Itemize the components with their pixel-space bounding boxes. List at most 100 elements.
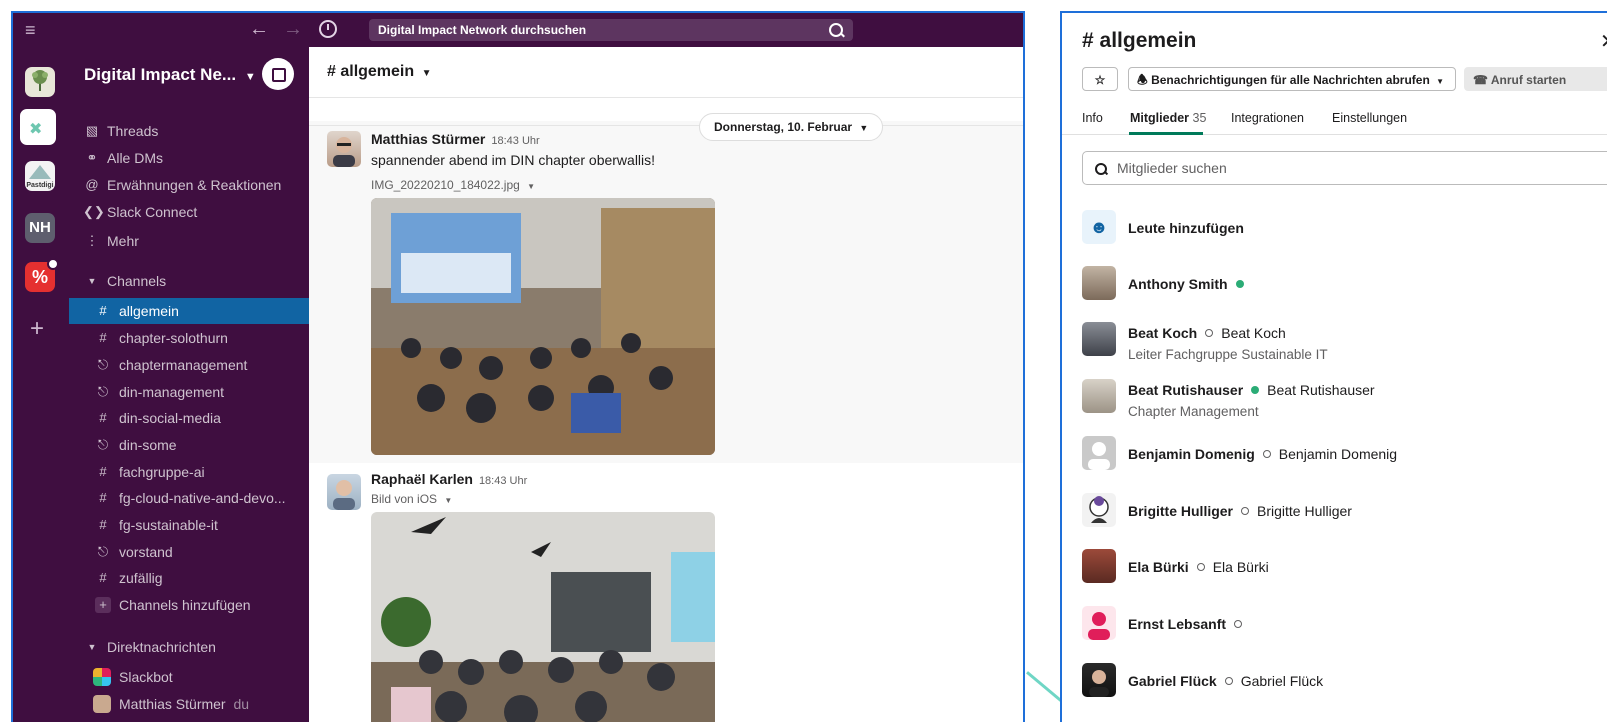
- message-time[interactable]: 18:43 Uhr: [479, 475, 527, 487]
- tab-info[interactable]: Info: [1082, 111, 1103, 125]
- workspace-percent[interactable]: %: [25, 258, 59, 292]
- star-button[interactable]: ☆: [1082, 67, 1118, 91]
- message-author[interactable]: Matthias Stürmer: [371, 131, 485, 147]
- add-workspace-icon[interactable]: +: [30, 315, 44, 343]
- sidebar-item-slack-connect[interactable]: ❮❯ Slack Connect: [69, 199, 309, 225]
- member-name: Benjamin Domenig: [1128, 446, 1255, 462]
- workspace-nh[interactable]: NH: [25, 213, 55, 243]
- workspace-digital-impact[interactable]: ✖: [20, 109, 56, 145]
- back-arrow-icon[interactable]: ←: [249, 18, 269, 41]
- member-row[interactable]: Gabriel Flück Gabriel Flück: [1082, 663, 1602, 707]
- message-list: Donnerstag, 10. Februar ▼ Matthias Stürm…: [309, 98, 1023, 722]
- member-name: Anthony Smith: [1128, 276, 1228, 292]
- lock-icon: ⎋: [97, 384, 109, 399]
- compose-button[interactable]: [262, 58, 294, 90]
- menu-icon[interactable]: ≡: [25, 20, 36, 41]
- online-status-icon: [1235, 280, 1244, 288]
- slack-window: ≡ ← → Digital Impact Network durchsuchen…: [11, 11, 1025, 722]
- channel-title-label: # allgemein: [327, 63, 415, 80]
- sidebar-channel-din-some[interactable]: ⎋ din-some: [69, 432, 309, 458]
- message-time[interactable]: 18:43 Uhr: [491, 135, 539, 147]
- member-search-input[interactable]: Mitglieder suchen: [1082, 151, 1607, 185]
- date-pill[interactable]: Donnerstag, 10. Februar ▼: [699, 113, 884, 141]
- sidebar-channel-chaptermanagement[interactable]: ⎋ chaptermanagement: [69, 352, 309, 378]
- sidebar-channel-fg-sustainable-it[interactable]: # fg-sustainable-it: [69, 512, 309, 538]
- message-header: Matthias Stürmer 18:43 Uhr: [371, 131, 540, 149]
- avatar[interactable]: [327, 474, 361, 510]
- file-name[interactable]: Bild von iOS ▼: [371, 492, 452, 506]
- active-tab-underline: [1129, 132, 1203, 135]
- member-name: Brigitte Hulliger: [1128, 503, 1234, 519]
- sidebar-channel-vorstand[interactable]: ⎋ vorstand: [69, 539, 309, 565]
- sidebar-channel-din-social-media[interactable]: # din-social-media: [69, 405, 309, 431]
- file-name[interactable]: IMG_20220210_184022.jpg ▼: [371, 178, 535, 192]
- tab-settings[interactable]: Einstellungen: [1332, 111, 1407, 125]
- hash-icon: #: [99, 490, 107, 505]
- sidebar-item-threads[interactable]: ▧ Threads: [69, 118, 309, 144]
- sidebar-channel-chapter-solothurn[interactable]: # chapter-solothurn: [69, 325, 309, 351]
- message-author[interactable]: Raphaël Karlen: [371, 471, 473, 487]
- caret-down-icon: ▼: [87, 276, 97, 286]
- member-row[interactable]: Beat Rutishauser Beat Rutishauser Chapter…: [1082, 379, 1602, 423]
- workspace-pastdigi[interactable]: Pastdigi: [25, 161, 55, 191]
- member-row[interactable]: Beat Koch Beat Koch Leiter Fachgruppe Sus…: [1082, 322, 1602, 366]
- member-row[interactable]: Anthony Smith: [1082, 266, 1602, 310]
- sidebar-channel-din-management[interactable]: ⎋ din-management: [69, 379, 309, 405]
- date-divider: [309, 125, 1023, 126]
- sidebar-channel-allgemein[interactable]: # allgemein: [69, 298, 309, 324]
- event-photo[interactable]: [371, 198, 715, 455]
- sidebar-item-dms[interactable]: ⚭ Alle DMs: [69, 145, 309, 171]
- sidebar-item-mentions[interactable]: @ Erwähnungen & Reaktionen: [69, 172, 309, 198]
- member-display-name: Gabriel Flück: [1240, 673, 1324, 689]
- member-name: Beat Rutishauser: [1128, 382, 1244, 398]
- member-row[interactable]: Benjamin Domenig Benjamin Domenig: [1082, 436, 1602, 480]
- event-photo[interactable]: [371, 512, 715, 722]
- channels-section-header[interactable]: ▼ Channels: [69, 268, 309, 294]
- member-row[interactable]: Ernst Lebsanft: [1082, 606, 1602, 650]
- channel-title[interactable]: # allgemein ▼: [327, 63, 432, 81]
- sidebar-channel-fachgruppe-ai[interactable]: # fachgruppe-ai: [69, 459, 309, 485]
- member-row[interactable]: Brigitte Hulliger Brigitte Hulliger: [1082, 493, 1602, 537]
- tab-members[interactable]: Mitglieder 35: [1130, 111, 1206, 125]
- dm-item-slackbot[interactable]: Slackbot: [69, 664, 309, 690]
- message-text: spannender abend im DIN chapter oberwall…: [371, 152, 656, 168]
- notifications-button[interactable]: 🕭 Benachrichtigungen für alle Nachrichte…: [1128, 67, 1456, 91]
- channel-label: fg-cloud-native-and-devo...: [119, 490, 286, 506]
- sidebar: Digital Impact Ne... ▼ ▧ Threads ⚭ Alle …: [69, 47, 309, 722]
- member-display-name: Beat Rutishauser: [1267, 382, 1375, 398]
- channel-label: fg-sustainable-it: [119, 517, 218, 533]
- add-channels-button[interactable]: + Channels hinzufügen: [69, 592, 309, 618]
- dm-section-header[interactable]: ▼ Direktnachrichten: [69, 634, 309, 660]
- top-bar: ≡ ← → Digital Impact Network durchsuchen: [13, 13, 1023, 47]
- compose-icon: [272, 68, 286, 82]
- dm-item-self[interactable]: Matthias Stürmer du: [69, 691, 309, 717]
- add-people-row[interactable]: ☻ Leute hinzufügen: [1082, 210, 1602, 254]
- workspace-tree-icon[interactable]: [25, 67, 55, 97]
- sidebar-item-more[interactable]: ⋮ Mehr: [69, 228, 309, 254]
- tab-integrations[interactable]: Integrationen: [1231, 111, 1304, 125]
- hash-icon: #: [99, 303, 107, 318]
- chevron-down-icon: ▼: [1436, 77, 1445, 86]
- avatar[interactable]: [327, 131, 361, 167]
- sidebar-item-label: Alle DMs: [107, 150, 164, 166]
- search-placeholder: Digital Impact Network durchsuchen: [378, 23, 587, 37]
- member-row[interactable]: Ela Bürki Ela Bürki: [1082, 549, 1602, 593]
- avatar: [1082, 549, 1116, 583]
- channel-label: din-social-media: [119, 410, 221, 426]
- sidebar-channel-zufaellig[interactable]: # zufällig: [69, 565, 309, 591]
- close-icon[interactable]: ✕: [1600, 29, 1607, 54]
- star-icon: ☆: [1094, 73, 1106, 87]
- add-people-label: Leute hinzufügen: [1128, 220, 1244, 236]
- away-status-icon: [1196, 563, 1205, 571]
- history-icon[interactable]: [319, 20, 337, 38]
- svg-text:✖: ✖: [29, 119, 42, 138]
- workspace-name[interactable]: Digital Impact Ne... ▼: [84, 65, 256, 85]
- hash-icon: #: [99, 464, 107, 479]
- search-input[interactable]: Digital Impact Network durchsuchen: [369, 19, 853, 41]
- hash-icon: #: [99, 330, 107, 345]
- phone-icon: ☎: [1473, 73, 1488, 87]
- call-button[interactable]: ☎ Anruf starten: [1464, 67, 1607, 91]
- forward-arrow-icon[interactable]: →: [283, 18, 303, 41]
- sidebar-channel-fg-cloud-native[interactable]: # fg-cloud-native-and-devo...: [69, 485, 309, 511]
- away-status-icon: [1234, 620, 1243, 628]
